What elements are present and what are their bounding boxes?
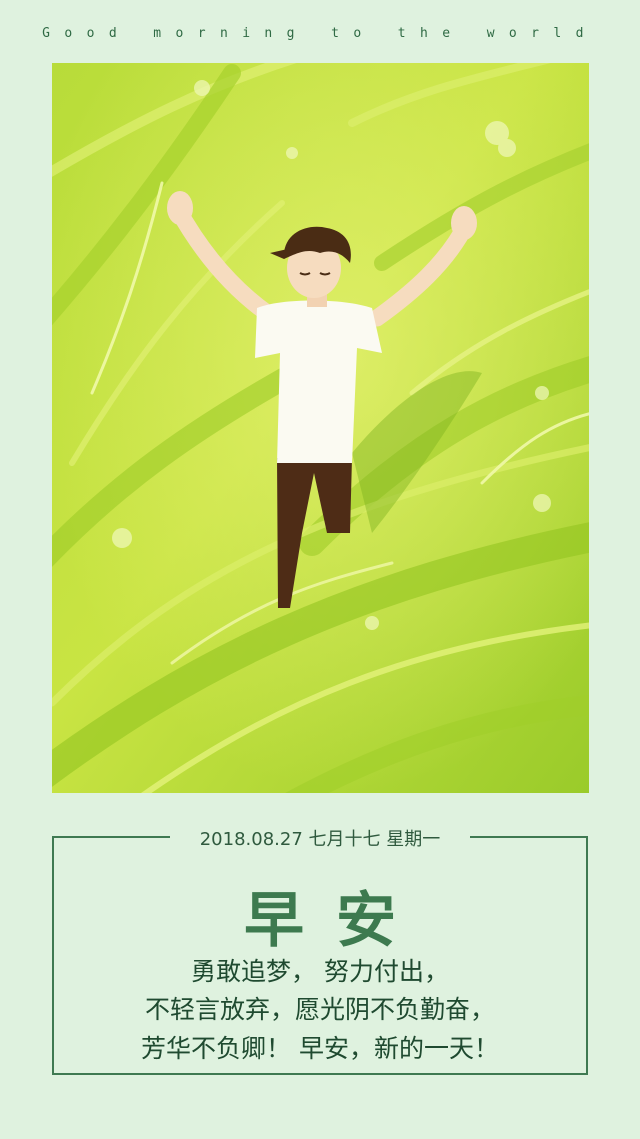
tagline-header: Good morning to the world [42,26,598,41]
illustration-boy-in-grass [52,63,589,793]
message-line-3: 芳华不负卿！ 早安，新的一天！ [141,1034,499,1063]
frame-top-right-rule [470,836,588,838]
frame-top-left-rule [52,836,170,838]
greeting-title: 早安 [244,886,428,956]
message-line-2: 不轻言放弃，愿光阴不负勤奋， [144,995,495,1024]
message-line-1: 勇敢追梦， 努力付出， [191,957,449,986]
date-line: 2018.08.27 七月十七 星期一 [199,829,441,850]
